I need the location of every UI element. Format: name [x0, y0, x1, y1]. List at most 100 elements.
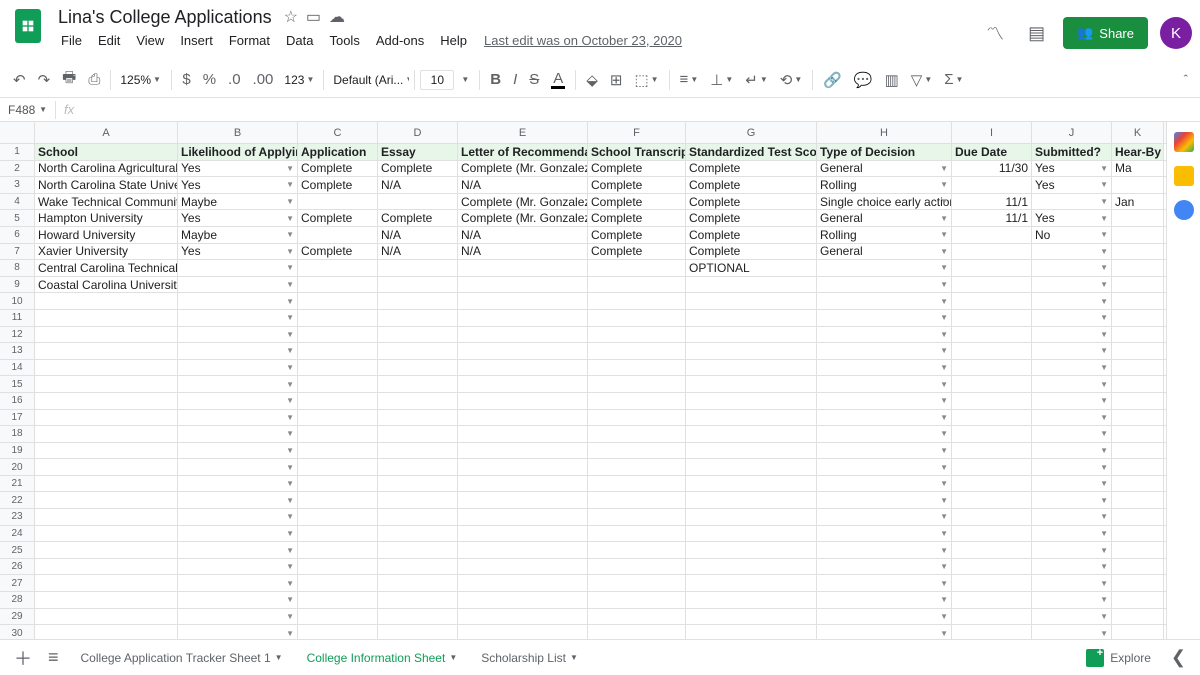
cell[interactable] — [1112, 592, 1164, 608]
cell[interactable] — [298, 426, 378, 442]
cell[interactable] — [458, 260, 588, 276]
cell[interactable]: Complete — [588, 177, 686, 193]
dropdown-arrow-icon[interactable]: ▼ — [286, 313, 294, 322]
cell[interactable] — [458, 476, 588, 492]
undo-icon[interactable]: ↶ — [8, 67, 31, 93]
col-header-H[interactable]: H — [817, 122, 952, 143]
cell[interactable] — [952, 360, 1032, 376]
link-icon[interactable]: 🔗 — [818, 67, 847, 93]
cell[interactable] — [378, 426, 458, 442]
row-header[interactable]: 15 — [0, 376, 35, 392]
dropdown-arrow-icon[interactable]: ▼ — [286, 247, 294, 256]
cell[interactable] — [378, 592, 458, 608]
menu-insert[interactable]: Insert — [173, 29, 220, 52]
cell[interactable]: ▼ — [1032, 426, 1112, 442]
cell[interactable]: Rolling▼ — [817, 227, 952, 243]
cell[interactable] — [458, 293, 588, 309]
cell[interactable]: ▼ — [1032, 492, 1112, 508]
cell[interactable]: N/A — [458, 227, 588, 243]
cell[interactable]: Hear-By Date — [1112, 144, 1164, 160]
dropdown-arrow-icon[interactable]: ▼ — [1100, 280, 1108, 289]
row-header[interactable]: 3 — [0, 177, 35, 193]
cell[interactable] — [588, 293, 686, 309]
explore-button[interactable]: Explore — [1078, 645, 1159, 671]
dropdown-arrow-icon[interactable]: ▼ — [940, 214, 948, 223]
dropdown-arrow-icon[interactable]: ▼ — [940, 197, 948, 206]
filter-icon[interactable]: ▽▼ — [906, 67, 937, 93]
cell[interactable]: Complete — [378, 161, 458, 177]
cell[interactable] — [458, 360, 588, 376]
cell[interactable] — [298, 227, 378, 243]
bold-icon[interactable]: B — [485, 67, 506, 92]
dropdown-arrow-icon[interactable]: ▼ — [940, 346, 948, 355]
cell[interactable]: ▼ — [178, 376, 298, 392]
row-header[interactable]: 12 — [0, 327, 35, 343]
cell[interactable]: ▼ — [817, 526, 952, 542]
cell[interactable] — [686, 625, 817, 639]
row-header[interactable]: 6 — [0, 227, 35, 243]
dropdown-arrow-icon[interactable]: ▼ — [940, 297, 948, 306]
cell[interactable] — [952, 310, 1032, 326]
cell[interactable]: N/A — [378, 244, 458, 260]
cell[interactable]: ▼ — [817, 260, 952, 276]
cell[interactable] — [1112, 559, 1164, 575]
cell[interactable]: ▼ — [1032, 244, 1112, 260]
row-header[interactable]: 23 — [0, 509, 35, 525]
dropdown-arrow-icon[interactable]: ▼ — [940, 413, 948, 422]
decrease-decimal-icon[interactable]: .0 — [223, 67, 246, 92]
cell[interactable] — [35, 526, 178, 542]
strike-icon[interactable]: S — [524, 67, 544, 92]
dropdown-arrow-icon[interactable]: ▼ — [286, 263, 294, 272]
row-header[interactable]: 18 — [0, 426, 35, 442]
cell[interactable] — [35, 542, 178, 558]
all-sheets-icon[interactable]: ≡ — [44, 643, 63, 672]
cell[interactable]: Howard University — [35, 227, 178, 243]
cell[interactable] — [952, 542, 1032, 558]
doc-title[interactable]: Lina's College Applications — [54, 5, 276, 30]
dropdown-arrow-icon[interactable]: ▼ — [940, 512, 948, 521]
cell[interactable]: Complete — [588, 244, 686, 260]
cell[interactable]: ▼ — [817, 559, 952, 575]
cell[interactable]: Complete — [686, 177, 817, 193]
row-header[interactable]: 7 — [0, 244, 35, 260]
cell[interactable] — [1112, 575, 1164, 591]
row-header[interactable]: 28 — [0, 592, 35, 608]
col-header-E[interactable]: E — [458, 122, 588, 143]
cell[interactable] — [588, 492, 686, 508]
paint-format-icon[interactable]: ⎙ — [83, 67, 105, 92]
avatar[interactable]: K — [1160, 17, 1192, 49]
cell[interactable]: Single choice early action▼ — [817, 194, 952, 210]
cell[interactable] — [588, 410, 686, 426]
dropdown-arrow-icon[interactable]: ▼ — [286, 197, 294, 206]
menu-file[interactable]: File — [54, 29, 89, 52]
cell[interactable] — [686, 492, 817, 508]
add-sheet-icon[interactable]: ＋ — [10, 641, 36, 675]
cell[interactable]: Complete — [588, 227, 686, 243]
dropdown-arrow-icon[interactable]: ▼ — [940, 280, 948, 289]
cell[interactable]: ▼ — [178, 625, 298, 639]
cell[interactable] — [1112, 426, 1164, 442]
cell[interactable]: ▼ — [1032, 459, 1112, 475]
cell[interactable]: ▼ — [1032, 592, 1112, 608]
cell[interactable]: Yes▼ — [1032, 161, 1112, 177]
redo-icon[interactable]: ↷ — [33, 67, 56, 93]
cell[interactable]: ▼ — [178, 509, 298, 525]
cell[interactable] — [458, 410, 588, 426]
cell[interactable] — [378, 625, 458, 639]
cell[interactable]: ▼ — [178, 426, 298, 442]
cell[interactable] — [1112, 609, 1164, 625]
cell[interactable]: ▼ — [817, 443, 952, 459]
cell[interactable] — [378, 293, 458, 309]
dropdown-arrow-icon[interactable]: ▼ — [940, 396, 948, 405]
row-header[interactable]: 21 — [0, 476, 35, 492]
cell[interactable] — [588, 542, 686, 558]
cell[interactable] — [298, 459, 378, 475]
share-button[interactable]: 👥 Share — [1063, 17, 1148, 49]
cell[interactable] — [35, 443, 178, 459]
cell[interactable] — [686, 609, 817, 625]
cell[interactable]: ▼ — [817, 625, 952, 639]
last-edit-link[interactable]: Last edit was on October 23, 2020 — [476, 29, 690, 52]
row-header[interactable]: 11 — [0, 310, 35, 326]
cell[interactable]: School — [35, 144, 178, 160]
cell[interactable]: Complete — [298, 210, 378, 226]
